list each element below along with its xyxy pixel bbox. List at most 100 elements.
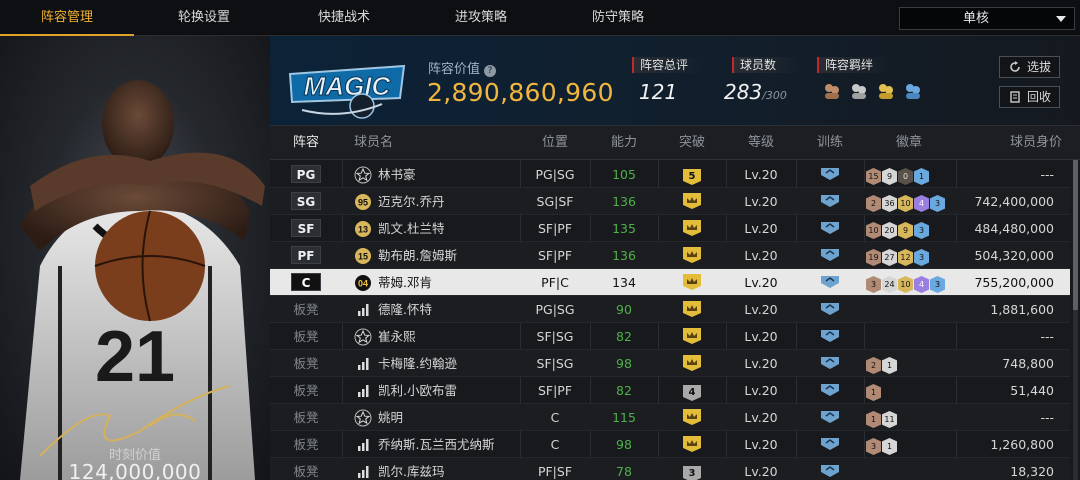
level-cell: Lv.20: [744, 194, 778, 209]
bond-icon-2[interactable]: [850, 82, 868, 100]
badges-cell[interactable]: 1 11: [864, 404, 956, 431]
bond-icons[interactable]: [823, 82, 926, 104]
breakthrough-cell[interactable]: [658, 188, 726, 215]
table-row[interactable]: PG 林书豪 PG|SG 105 5 Lv.20 15 9 0 1 ---: [270, 161, 1070, 188]
training-cell[interactable]: [796, 242, 864, 269]
badges-cell[interactable]: 1: [864, 377, 956, 404]
bond-icon-3[interactable]: [877, 82, 895, 100]
breakthrough-cell[interactable]: [658, 350, 726, 377]
training-cell[interactable]: [796, 269, 864, 296]
table-row[interactable]: 板凳 凯利.小欧布雷 SF|PF 82 4 Lv.20 1 51,440: [270, 377, 1070, 404]
badges-cell[interactable]: [864, 458, 956, 480]
player-name-cell[interactable]: 凯利.小欧布雷: [342, 377, 520, 404]
player-name-cell[interactable]: 04 蒂姆.邓肯: [342, 269, 520, 296]
tab-quick-tactics[interactable]: 快捷战术: [274, 0, 414, 36]
bench-label: 板凳: [293, 437, 319, 452]
breakthrough-cell[interactable]: [658, 431, 726, 458]
table-row[interactable]: SG 95 迈克尔.乔丹 SG|SF 136 Lv.20 2 36 10 4 3 742,400,00…: [270, 188, 1070, 215]
training-cell[interactable]: [796, 377, 864, 404]
breakthrough-cell[interactable]: [658, 404, 726, 431]
table-row[interactable]: C 04 蒂姆.邓肯 PF|C 134 Lv.20 3 24 10 4 3 755,200,000: [270, 269, 1070, 296]
badges-cell[interactable]: 10 20 9 3: [864, 215, 956, 242]
badges-cell[interactable]: [864, 323, 956, 350]
table-row[interactable]: 板凳 德隆.怀特 PG|SG 90 Lv.20 1,881,600: [270, 296, 1070, 323]
badges-cell[interactable]: 3 24 10 4 3: [864, 269, 956, 296]
player-name-cell[interactable]: 林书豪: [342, 161, 520, 188]
player-card[interactable]: 21 时刻价值 124,000,000: [0, 36, 270, 480]
player-count: 283/300: [724, 80, 787, 104]
col-badges[interactable]: 徽章: [864, 126, 954, 160]
scrollbar-thumb[interactable]: [1073, 160, 1078, 310]
player-value-cell: 755,200,000: [974, 275, 1054, 290]
col-lineup[interactable]: 阵容: [270, 126, 342, 160]
badges-cell[interactable]: 15 9 0 1: [864, 161, 956, 188]
table-row[interactable]: 板凳 姚明 C 115 Lv.20 1 11 ---: [270, 404, 1070, 431]
player-name-cell[interactable]: 崔永熙: [342, 323, 520, 350]
table-row[interactable]: SF 13 凯文.杜兰特 SF|PF 135 Lv.20 10 20 9 3 484,480,000: [270, 215, 1070, 242]
position-cell: SF|PF: [537, 383, 573, 398]
badges-cell[interactable]: 31: [864, 431, 956, 458]
player-name-cell[interactable]: 卡梅隆.约翰逊: [342, 350, 520, 377]
col-training[interactable]: 训练: [796, 126, 864, 160]
training-cell[interactable]: [796, 350, 864, 377]
badges-cell[interactable]: 2 36 10 4 3: [864, 188, 956, 215]
tab-defense-strategy[interactable]: 防守策略: [548, 0, 688, 36]
training-cell[interactable]: [796, 161, 864, 188]
help-icon[interactable]: ?: [484, 65, 497, 77]
ability-cell: 136: [612, 248, 636, 263]
recycle-button[interactable]: 回收: [999, 86, 1060, 108]
col-player-name[interactable]: 球员名: [354, 126, 414, 160]
col-level[interactable]: 等级: [726, 126, 796, 160]
badge-icon: 2: [866, 195, 881, 212]
breakthrough-cell[interactable]: [658, 215, 726, 242]
breakthrough-cell[interactable]: 3: [658, 458, 726, 480]
bond-icon-4[interactable]: [904, 82, 922, 100]
training-cell[interactable]: [796, 188, 864, 215]
badges-cell[interactable]: 21: [864, 350, 956, 377]
training-cell[interactable]: [796, 215, 864, 242]
select-button[interactable]: 选拔: [999, 56, 1060, 78]
training-cell[interactable]: [796, 404, 864, 431]
bond-icon-1[interactable]: [823, 82, 841, 100]
player-name-cell[interactable]: 德隆.怀特: [342, 296, 520, 323]
breakthrough-cell[interactable]: [658, 269, 726, 296]
player-name-cell[interactable]: 凯尔.库兹玛: [342, 458, 520, 480]
table-row[interactable]: 板凳 凯尔.库兹玛 PF|SF 78 3 Lv.20 18,320: [270, 458, 1070, 480]
table-row[interactable]: PF 15 勒布朗.詹姆斯 SF|PF 136 Lv.20 19 27 12 3 504,320,0…: [270, 242, 1070, 269]
training-cell[interactable]: [796, 458, 864, 480]
player-name-cell[interactable]: 13 凯文.杜兰特: [342, 215, 520, 242]
training-cell[interactable]: [796, 323, 864, 350]
table-scrollbar[interactable]: [1073, 160, 1078, 480]
mode-dropdown[interactable]: 单核: [899, 7, 1075, 30]
col-player-value[interactable]: 球员身价: [970, 126, 1062, 160]
player-name-cell[interactable]: 乔纳斯.瓦兰西尤纳斯: [342, 431, 520, 458]
player-name-cell[interactable]: 姚明: [342, 404, 520, 431]
col-position[interactable]: 位置: [520, 126, 590, 160]
lineup-value: 2,890,860,960: [427, 78, 614, 107]
badge-icon: 4: [914, 276, 929, 293]
breakthrough-cell[interactable]: 4: [658, 377, 726, 404]
training-cell[interactable]: [796, 431, 864, 458]
training-shield-icon: [821, 465, 839, 477]
breakthrough-cell[interactable]: 5: [658, 161, 726, 188]
tab-rotation-settings[interactable]: 轮换设置: [134, 0, 274, 36]
badge-icon: 24: [882, 276, 897, 293]
table-row[interactable]: 板凳 卡梅隆.约翰逊 SF|SG 98 Lv.20 2 1 748,800: [270, 350, 1070, 377]
overall-rating: 121: [639, 80, 678, 104]
tab-offense-strategy[interactable]: 进攻策略: [414, 0, 548, 36]
breakthrough-cell[interactable]: [658, 323, 726, 350]
player-name-cell[interactable]: 15 勒布朗.詹姆斯: [342, 242, 520, 269]
table-row[interactable]: 板凳 崔永熙 SF|SG 82 Lv.20 ---: [270, 323, 1070, 350]
breakthrough-cell[interactable]: [658, 242, 726, 269]
player-name-cell[interactable]: 95 迈克尔.乔丹: [342, 188, 520, 215]
training-shield-icon: [821, 276, 839, 288]
slot-cell: PF: [270, 242, 342, 269]
col-breakthrough[interactable]: 突破: [658, 126, 726, 160]
badges-cell[interactable]: [864, 296, 956, 323]
breakthrough-cell[interactable]: [658, 296, 726, 323]
col-ability[interactable]: 能力: [590, 126, 658, 160]
training-cell[interactable]: [796, 296, 864, 323]
table-row[interactable]: 板凳 乔纳斯.瓦兰西尤纳斯 C 98 Lv.20 3 1 1,260,800: [270, 431, 1070, 458]
tab-lineup-management[interactable]: 阵容管理: [0, 0, 134, 36]
badges-cell[interactable]: 19 27 12 3: [864, 242, 956, 269]
